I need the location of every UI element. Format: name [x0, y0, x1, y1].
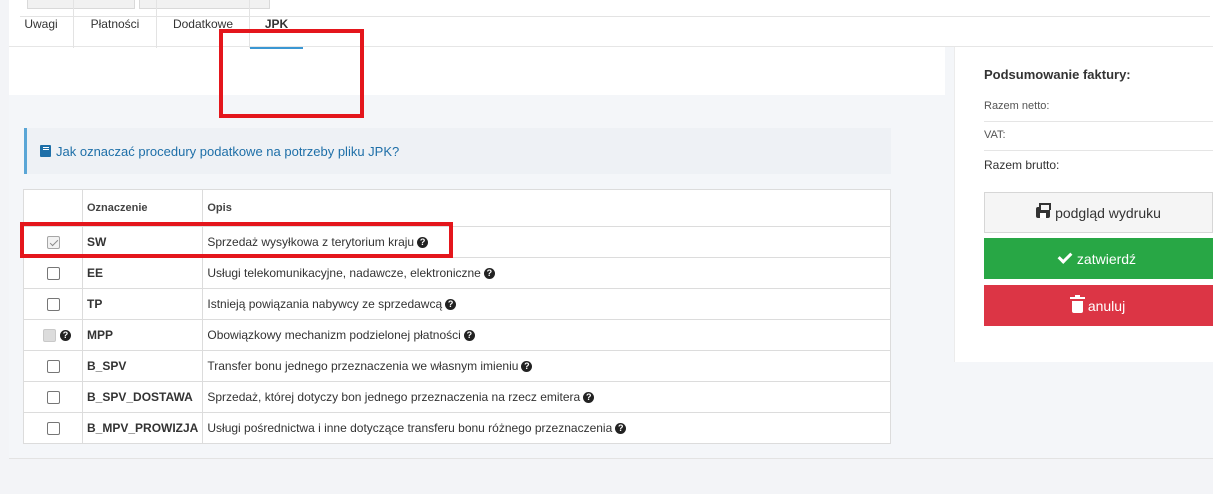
row-code: MPP — [81, 319, 204, 351]
row-desc: Usługi pośrednictwa i inne dotyczące tra… — [207, 421, 613, 435]
printer-icon — [1036, 203, 1052, 218]
row-desc: Istnieją powiązania nabywcy ze sprzedawc… — [207, 297, 443, 311]
book-icon — [40, 145, 51, 157]
cancel-button[interactable]: anuluj — [984, 285, 1213, 326]
summary-gross-label: Razem brutto: — [984, 158, 1060, 172]
row-code: SW — [81, 226, 204, 258]
table-row: ? MPP Obowiązkowy mechanizm podzielonej … — [23, 319, 891, 351]
row-desc: Sprzedaż wysyłkowa z terytorium kraju — [207, 235, 415, 249]
summary-vat-label: VAT: — [984, 129, 1213, 151]
row-code: B_SPV — [81, 350, 204, 382]
table-row: EE Usługi telekomunikacyjne, nadawcze, e… — [23, 257, 891, 289]
tab-label: Płatności — [90, 17, 140, 31]
header-desc: Opis — [202, 189, 891, 227]
check-icon — [1057, 249, 1073, 264]
summary-net-label: Razem netto: — [984, 100, 1213, 122]
row-checkbox-b-spv-dostawa[interactable] — [47, 391, 60, 405]
tab-uwagi[interactable]: Uwagi — [9, 0, 73, 48]
question-circle-icon[interactable]: ? — [583, 392, 595, 404]
question-circle-icon[interactable]: ? — [615, 423, 627, 435]
table-row: B_MPV_PROWIZJA Usługi pośrednictwa i inn… — [23, 412, 891, 444]
table-row: B_SPV_DOSTAWA Sprzedaż, której dotyczy b… — [23, 381, 891, 413]
question-circle-icon[interactable]: ? — [417, 237, 429, 249]
row-desc: Usługi telekomunikacyjne, nadawcze, elek… — [207, 266, 481, 280]
tab-jpk[interactable]: JPK — [250, 0, 303, 49]
row-desc: Obowiązkowy mechanizm podzielonej płatno… — [207, 328, 461, 342]
jpk-help-link[interactable]: Jak oznaczać procedury podatkowe na potr… — [40, 144, 399, 159]
table-row: TP Istnieją powiązania nabywcy ze sprzed… — [23, 288, 891, 320]
jpk-procedures-table: Oznaczenie Opis SW Sprzedaż wysyłkowa z … — [23, 189, 891, 444]
jpk-help-link-text: Jak oznaczać procedury podatkowe na potr… — [56, 143, 400, 159]
header-code: Oznaczenie — [81, 189, 204, 227]
table-header-row: Oznaczenie Opis — [23, 189, 891, 227]
row-desc: Transfer bonu jednego przeznaczenia we w… — [207, 359, 519, 373]
print-preview-label: podgląd wydruku — [1055, 204, 1161, 221]
row-code: B_SPV_DOSTAWA — [81, 381, 204, 413]
confirm-label: zatwierdź — [1076, 250, 1137, 267]
row-desc: Sprzedaż, której dotyczy bon jednego prz… — [207, 390, 581, 404]
row-checkbox-tp[interactable] — [47, 298, 60, 312]
confirm-button[interactable]: zatwierdź — [984, 238, 1213, 279]
row-code: TP — [81, 288, 204, 320]
print-preview-button[interactable]: podgląd wydruku — [984, 192, 1213, 233]
row-code: EE — [81, 257, 204, 289]
question-circle-icon[interactable]: ? — [483, 268, 495, 280]
cancel-label: anuluj — [1087, 297, 1126, 314]
row-checkbox-mpp — [43, 329, 56, 343]
table-row: SW Sprzedaż wysyłkowa z terytorium kraju… — [23, 226, 891, 258]
header-check — [23, 189, 83, 227]
row-checkbox-b-spv[interactable] — [47, 360, 60, 374]
tabs-bar — [9, 47, 945, 95]
trash-icon — [1069, 294, 1085, 313]
row-checkbox-sw[interactable] — [47, 236, 60, 250]
tab-platnosci[interactable]: Płatności — [74, 0, 156, 48]
question-circle-icon[interactable]: ? — [521, 361, 533, 373]
tab-label: Uwagi — [24, 17, 58, 31]
tab-label: JPK — [264, 17, 289, 31]
row-checkbox-b-mpv-prowizja[interactable] — [47, 422, 60, 436]
jpk-info-box: Jak oznaczać procedury podatkowe na potr… — [24, 128, 891, 174]
tab-label: Dodatkowe — [172, 17, 234, 31]
question-circle-icon[interactable]: ? — [463, 330, 475, 342]
tab-dodatkowe[interactable]: Dodatkowe — [157, 0, 249, 48]
summary-title: Podsumowanie faktury: — [984, 67, 1131, 82]
row-checkbox-ee[interactable] — [47, 267, 60, 281]
question-circle-icon[interactable]: ? — [60, 330, 71, 342]
table-row: B_SPV Transfer bonu jednego przeznaczeni… — [23, 350, 891, 382]
row-code: B_MPV_PROWIZJA — [81, 412, 204, 444]
question-circle-icon[interactable]: ? — [445, 299, 457, 311]
